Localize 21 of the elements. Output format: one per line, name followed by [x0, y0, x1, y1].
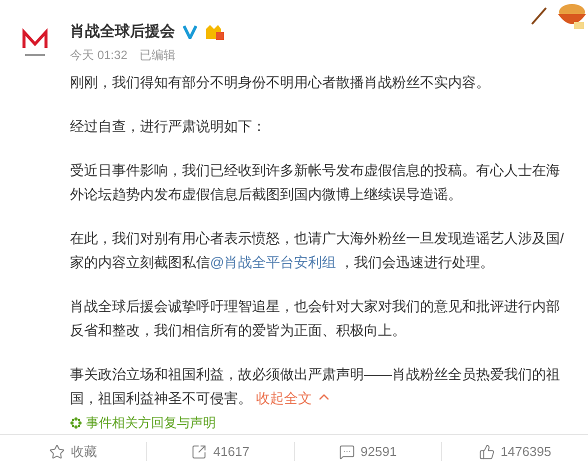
- mention-link[interactable]: @肖战全平台安利组: [210, 254, 336, 270]
- topic-link[interactable]: 事件相关方回复与声明: [70, 412, 570, 434]
- post-paragraph: 事关政治立场和祖国利益，故必须做出严肃声明——肖战粉丝全员热爱我们的祖国，祖国利益神圣不可侵害。 收起全文: [70, 365, 561, 408]
- like-button[interactable]: 1476395: [478, 442, 552, 462]
- star-icon: [49, 444, 66, 460]
- favorite-button[interactable]: 收藏: [49, 442, 98, 462]
- verified-icon: [183, 25, 197, 39]
- post-paragraph: 受近日事件影响，我们已经收到许多新帐号发布虚假信息的投稿。有心人士在海外论坛趋势内发布虚假信息后截图到国内微博上继续误导造谣。: [70, 161, 561, 204]
- post-time: 今天 01:32: [70, 47, 128, 64]
- repost-button[interactable]: 41617: [191, 442, 250, 462]
- comment-button[interactable]: 92591: [338, 442, 397, 462]
- thumbs-up-icon: [478, 444, 495, 460]
- collapse-link[interactable]: 收起全文: [256, 390, 332, 406]
- post-paragraph: 肖战全球后援会诚挚呼吁理智追星，也会针对大家对我们的意见和批评进行内部反省和整改，我们相信所有的爱皆为正面、积极向上。: [70, 297, 561, 340]
- edited-label: 已编辑: [139, 47, 176, 64]
- post-paragraph: 刚刚，我们得知有部分不明身份不明用心者散播肖战粉丝不实内容。: [70, 73, 491, 92]
- post-paragraph: 经过自查，进行严肃说明如下：: [70, 117, 267, 136]
- share-icon: [191, 444, 208, 460]
- post-paragraph: 在此，我们对别有用心者表示愤怒，也请广大海外粉丝一旦发现造谣艺人涉及国/家的内容立刻截图私信@肖战全平台安利组 ，我们会迅速进行处理。: [70, 229, 565, 272]
- author-name[interactable]: 肖战全球后援会: [70, 20, 175, 44]
- comment-icon: [338, 444, 355, 460]
